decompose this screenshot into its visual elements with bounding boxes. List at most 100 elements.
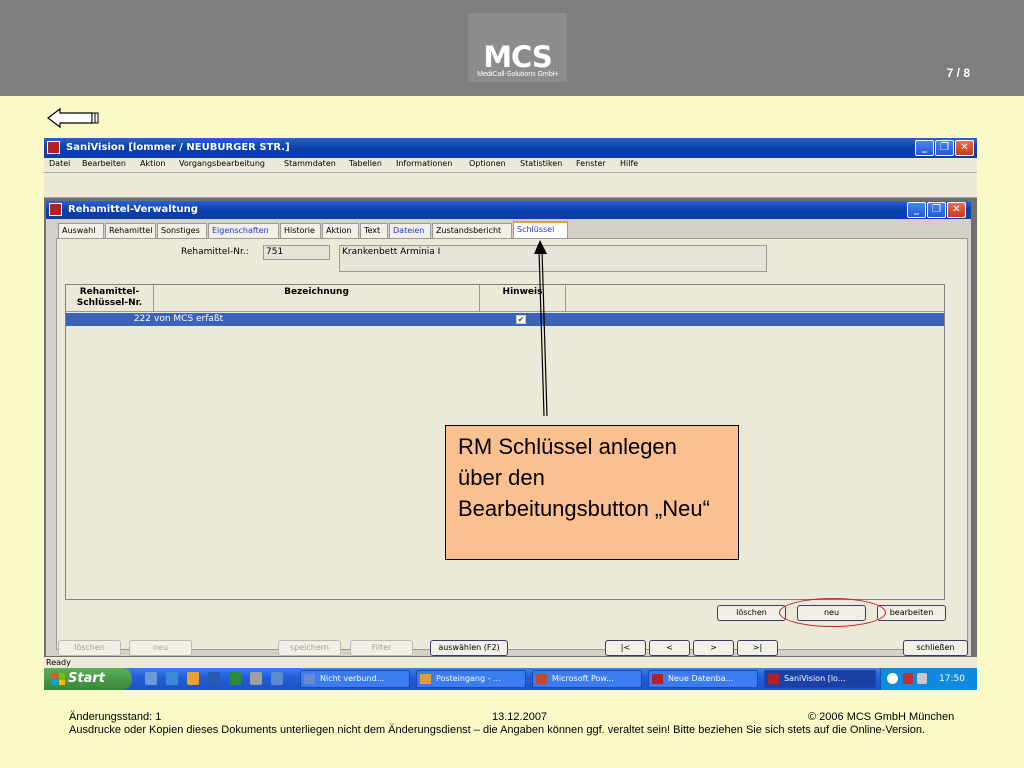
tab-auswahl[interactable]: Auswahl bbox=[58, 223, 104, 238]
child-title-bar[interactable]: Rehamittel-Verwaltung _ ❐ ✕ bbox=[46, 201, 971, 219]
column-header-schluessel-nr[interactable]: Rehamittel- Schlüssel-Nr. bbox=[66, 285, 154, 312]
tab-aktion[interactable]: Aktion bbox=[322, 223, 359, 238]
copyright: © 2006 MCS GmbH München bbox=[808, 711, 955, 723]
child-window-title: Rehamittel-Verwaltung bbox=[68, 204, 198, 215]
restore-button[interactable]: ❐ bbox=[935, 140, 954, 156]
next-record-button[interactable]: > bbox=[693, 640, 734, 656]
cell-schluessel-nr: 222 bbox=[133, 314, 151, 324]
menu-tabellen[interactable]: Tabellen bbox=[349, 159, 382, 168]
tab-text[interactable]: Text bbox=[360, 223, 388, 238]
menu-hilfe[interactable]: Hilfe bbox=[620, 159, 638, 168]
status-bar: Ready bbox=[44, 657, 977, 668]
hinweis-checkbox[interactable]: ✔ bbox=[516, 315, 526, 324]
tab-schluessel[interactable]: Schlüssel bbox=[513, 221, 568, 238]
annotation-arrow bbox=[534, 240, 548, 417]
tab-dateien[interactable]: Dateien bbox=[389, 223, 431, 238]
menu-stammdaten[interactable]: Stammdaten bbox=[284, 159, 336, 168]
menu-optionen[interactable]: Optionen bbox=[469, 159, 506, 168]
menu-aktion[interactable]: Aktion bbox=[140, 159, 165, 168]
tab-bar: Auswahl Rehamittel Sonstiges Eigenschaft… bbox=[58, 221, 958, 238]
column-header-empty bbox=[566, 285, 944, 312]
start-button[interactable]: Start bbox=[44, 668, 132, 690]
last-record-button[interactable]: >| bbox=[737, 640, 778, 656]
quicklaunch-icon-6[interactable] bbox=[250, 672, 262, 685]
task-icon bbox=[304, 674, 315, 684]
start-label: Start bbox=[68, 671, 105, 686]
quicklaunch-icon-1[interactable] bbox=[145, 672, 157, 685]
clock[interactable]: 17:50 bbox=[939, 668, 965, 690]
bottom-neu-button[interactable]: neu bbox=[129, 640, 192, 656]
tab-rehamittel[interactable]: Rehamittel bbox=[105, 223, 156, 238]
system-tray: 17:50 bbox=[880, 668, 977, 690]
bearbeiten-button[interactable]: bearbeiten bbox=[877, 605, 946, 621]
auswaehlen-button[interactable]: auswählen (F2) bbox=[430, 640, 508, 656]
bottom-loeschen-button[interactable]: löschen bbox=[58, 640, 121, 656]
tab-sonstiges[interactable]: Sonstiges bbox=[157, 223, 207, 238]
footer-date: 13.12.2007 bbox=[492, 711, 548, 723]
menu-bearbeiten[interactable]: Bearbeiten bbox=[82, 159, 126, 168]
child-restore-button[interactable]: ❐ bbox=[927, 202, 946, 218]
menu-informationen[interactable]: Informationen bbox=[396, 159, 452, 168]
prev-record-button[interactable]: < bbox=[649, 640, 690, 656]
excel-icon[interactable] bbox=[229, 672, 241, 685]
outlook-icon[interactable] bbox=[187, 672, 199, 685]
neu-button-highlight bbox=[779, 598, 886, 627]
mcs-logo: MCS MediCall-Solutions GmbH bbox=[468, 13, 567, 82]
main-title-bar[interactable]: SaniVision [lommer / NEUBURGER STR.] _ ❐… bbox=[44, 138, 977, 158]
minimize-button[interactable]: _ bbox=[915, 140, 934, 156]
task-label: Microsoft Pow... bbox=[552, 674, 614, 683]
loeschen-button[interactable]: löschen bbox=[717, 605, 786, 621]
back-arrow-icon[interactable] bbox=[46, 107, 100, 129]
child-minimize-button[interactable]: _ bbox=[907, 202, 926, 218]
tray-icon-1[interactable] bbox=[903, 673, 913, 684]
rehamittel-nr-field[interactable]: 751 bbox=[263, 245, 330, 260]
menu-vorgangsbearbeitung[interactable]: Vorgangsbearbeitung bbox=[179, 159, 265, 168]
change-status: Änderungsstand: 1 bbox=[69, 711, 162, 723]
task-icon bbox=[536, 674, 547, 684]
main-window-title: SaniVision [lommer / NEUBURGER STR.] bbox=[66, 142, 290, 153]
cell-bezeichnung: von MCS erfaßt bbox=[154, 314, 224, 324]
menu-statistiken[interactable]: Statistiken bbox=[520, 159, 562, 168]
table-row[interactable]: 222 von MCS erfaßt ✔ bbox=[66, 313, 944, 326]
task-sanivision[interactable]: SaniVision [lo... bbox=[764, 670, 876, 688]
logo-main-text: MCS bbox=[483, 40, 553, 74]
speichern-button[interactable]: speichern bbox=[278, 640, 341, 656]
close-button[interactable]: ✕ bbox=[955, 140, 974, 156]
task-label: Nicht verbund... bbox=[320, 674, 385, 683]
task-posteingang[interactable]: Posteingang - ... bbox=[416, 670, 526, 688]
child-close-button[interactable]: ✕ bbox=[947, 202, 966, 218]
task-nicht-verbunden[interactable]: Nicht verbund... bbox=[300, 670, 410, 688]
slide-header: MCS MediCall-Solutions GmbH 7 / 8 bbox=[0, 0, 1024, 96]
tab-historie[interactable]: Historie bbox=[280, 223, 321, 238]
menu-bar: Datei Bearbeiten Aktion Vorgangsbearbeit… bbox=[44, 158, 977, 172]
disclaimer: Ausdrucke oder Kopien dieses Dokuments u… bbox=[69, 724, 926, 736]
speaker-icon[interactable] bbox=[917, 673, 927, 684]
callout-box: RM Schlüssel anlegen über den Bearbeitun… bbox=[445, 425, 739, 560]
logo-subtitle: MediCall-Solutions GmbH bbox=[477, 71, 558, 78]
menu-fenster[interactable]: Fenster bbox=[576, 159, 606, 168]
task-neue-datenbank[interactable]: Neue Datenba... bbox=[648, 670, 758, 688]
tab-zustandsbericht[interactable]: Zustandsbericht bbox=[432, 223, 512, 238]
schliessen-button[interactable]: schließen bbox=[903, 640, 968, 656]
rehamittel-nr-label: Rehamittel-Nr.: bbox=[181, 247, 249, 257]
windows-flag-icon bbox=[52, 673, 65, 685]
tray-chevron-icon[interactable] bbox=[887, 673, 898, 684]
toolbar-area bbox=[44, 172, 977, 198]
word-icon[interactable] bbox=[208, 672, 220, 685]
app-icon bbox=[47, 141, 60, 154]
task-label: Neue Datenba... bbox=[668, 674, 734, 683]
slide-footer: Änderungsstand: 1 13.12.2007 © 2006 MCS … bbox=[0, 700, 1024, 768]
taskbar: Start Nicht verbund... Posteingang - ...… bbox=[44, 668, 977, 690]
task-icon bbox=[420, 674, 431, 684]
task-microsoft-powerpoint[interactable]: Microsoft Pow... bbox=[532, 670, 642, 688]
first-record-button[interactable]: |< bbox=[605, 640, 646, 656]
column-header-bezeichnung[interactable]: Bezeichnung bbox=[154, 285, 480, 312]
task-label: SaniVision [lo... bbox=[784, 674, 846, 683]
tab-eigenschaften[interactable]: Eigenschaften bbox=[208, 223, 279, 238]
task-icon bbox=[652, 674, 663, 684]
menu-datei[interactable]: Datei bbox=[49, 159, 70, 168]
internet-explorer-icon[interactable] bbox=[166, 672, 178, 685]
task-label: Posteingang - ... bbox=[436, 674, 501, 683]
filter-button[interactable]: Filter bbox=[350, 640, 413, 656]
quicklaunch-icon-7[interactable] bbox=[271, 672, 283, 685]
